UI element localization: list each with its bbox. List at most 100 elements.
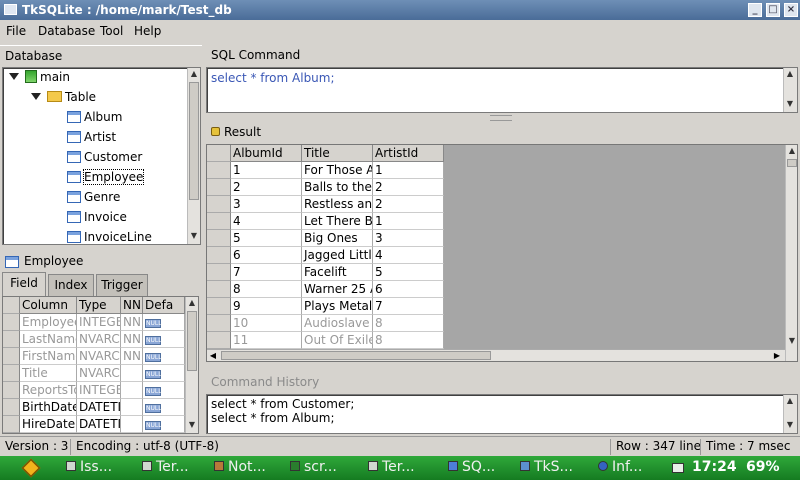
app-icon[interactable] (4, 4, 17, 15)
tab-index[interactable]: Index (48, 274, 94, 296)
result-cell[interactable]: 5 (373, 264, 444, 281)
close-button[interactable]: × (784, 3, 798, 17)
result-cell[interactable]: 8 (231, 281, 302, 298)
field-cell-type[interactable]: DATETIME (77, 416, 121, 433)
sql-command-editor[interactable]: select * from Album; ▲ ▼ (206, 67, 798, 113)
col-header-title[interactable]: Title (302, 145, 373, 162)
task-item[interactable]: Inf... (598, 459, 642, 475)
result-cell[interactable]: 4 (373, 247, 444, 264)
field-cell-column[interactable]: EmployeeId (20, 314, 77, 331)
row-header[interactable] (207, 332, 231, 349)
result-cell[interactable]: Plays Metallica By Four Cellos (302, 298, 373, 315)
scroll-down-icon[interactable]: ▼ (186, 419, 198, 431)
scroll-left-icon[interactable]: ◀ (207, 350, 219, 361)
field-cell-type[interactable]: NVARCHAR (77, 348, 121, 365)
tree-node-table-folder[interactable]: Table (31, 90, 96, 110)
result-cell[interactable]: 8 (373, 332, 444, 349)
tab-trigger[interactable]: Trigger (96, 274, 148, 296)
col-header-type[interactable]: Type (77, 297, 121, 314)
field-cell-default[interactable]: NULL (143, 331, 185, 348)
database-tree[interactable]: main Table Album Artist Customer Employe… (2, 67, 201, 245)
field-cell-nn[interactable] (121, 399, 143, 416)
result-cell[interactable]: 2 (373, 179, 444, 196)
result-cell[interactable]: Balls to the Wall (302, 179, 373, 196)
field-cell-type[interactable]: INTEGER (77, 382, 121, 399)
result-cell[interactable]: 1 (373, 213, 444, 230)
result-cell[interactable]: 7 (373, 298, 444, 315)
row-header[interactable] (207, 315, 231, 332)
clock[interactable]: 17:24 (692, 459, 737, 475)
result-cell[interactable]: 2 (231, 179, 302, 196)
row-header[interactable] (207, 230, 231, 247)
scroll-thumb[interactable] (221, 351, 491, 360)
field-cell-default[interactable]: NULL (143, 348, 185, 365)
scroll-up-icon[interactable]: ▲ (186, 297, 198, 309)
result-cell[interactable]: 4 (231, 213, 302, 230)
field-cell-nn[interactable] (121, 382, 143, 399)
col-header-default[interactable]: Defa (143, 297, 185, 314)
expand-arrow-icon[interactable] (31, 93, 41, 100)
col-header-nn[interactable]: NN (121, 297, 143, 314)
field-cell-default[interactable]: NULL (143, 365, 185, 382)
row-header[interactable] (207, 196, 231, 213)
scroll-down-icon[interactable]: ▼ (784, 419, 796, 431)
tree-node-main[interactable]: main (9, 70, 70, 90)
battery-level[interactable]: 69% (746, 459, 780, 475)
result-cell[interactable]: Restless and Wild (302, 196, 373, 213)
tree-item-artist[interactable]: Artist (67, 130, 116, 150)
tree-item-customer[interactable]: Customer (67, 150, 142, 170)
field-cell-column[interactable]: HireDate (20, 416, 77, 433)
result-cell[interactable]: 10 (231, 315, 302, 332)
scroll-down-icon[interactable]: ▼ (786, 335, 797, 347)
col-header-artistid[interactable]: ArtistId (373, 145, 444, 162)
menu-tool[interactable]: Tool (100, 24, 123, 38)
scroll-thumb[interactable] (189, 82, 199, 200)
tree-item-employee[interactable]: Employee (67, 169, 145, 190)
field-cell-type[interactable]: DATETIME (77, 399, 121, 416)
result-cell[interactable]: 11 (231, 332, 302, 349)
task-item[interactable]: Ter... (142, 459, 189, 475)
field-cell-column[interactable]: LastName (20, 331, 77, 348)
field-cell-default[interactable]: NULL (143, 314, 185, 331)
tree-item-invoice[interactable]: Invoice (67, 210, 127, 230)
scroll-thumb[interactable] (787, 159, 797, 167)
row-header[interactable] (3, 331, 20, 348)
result-cell[interactable]: 1 (373, 162, 444, 179)
scroll-right-icon[interactable]: ▶ (771, 350, 783, 361)
col-header-column[interactable]: Column (20, 297, 77, 314)
result-cell[interactable]: 3 (373, 230, 444, 247)
row-header[interactable] (207, 298, 231, 315)
scroll-thumb[interactable] (187, 311, 197, 371)
result-cell[interactable]: 2 (373, 196, 444, 213)
splitter-grip[interactable] (490, 115, 512, 121)
history-list[interactable]: select * from Customer; select * from Al… (206, 394, 798, 434)
row-header[interactable] (3, 382, 20, 399)
start-menu-icon[interactable] (21, 458, 41, 478)
field-cell-type[interactable]: NVARCHAR (77, 365, 121, 382)
history-item[interactable]: select * from Album; (211, 411, 335, 425)
row-header[interactable] (207, 264, 231, 281)
row-header[interactable] (3, 416, 20, 433)
row-header[interactable] (3, 314, 20, 331)
result-cell[interactable]: Jagged Little Pill (302, 247, 373, 264)
result-cell[interactable]: Audioslave (302, 315, 373, 332)
sql-command-text[interactable]: select * from Album; (211, 71, 335, 85)
task-item[interactable]: Ter... (368, 459, 415, 475)
result-cell[interactable]: Warner 25 Anos (302, 281, 373, 298)
field-cell-default[interactable]: NULL (143, 382, 185, 399)
row-header[interactable] (207, 247, 231, 264)
book-icon[interactable] (672, 463, 684, 473)
task-item[interactable]: TkS... (520, 459, 573, 475)
field-cell-column[interactable]: BirthDate (20, 399, 77, 416)
row-header[interactable] (207, 281, 231, 298)
result-grid[interactable]: AlbumId Title ArtistId 1For Those About … (206, 144, 798, 362)
task-item[interactable]: scr... (290, 459, 337, 475)
field-cell-nn[interactable] (121, 365, 143, 382)
menu-database[interactable]: Database (38, 24, 95, 38)
field-cell-nn[interactable] (121, 416, 143, 433)
maximize-button[interactable]: □ (766, 3, 780, 17)
scroll-down-icon[interactable]: ▼ (188, 230, 200, 242)
result-cell[interactable]: 1 (231, 162, 302, 179)
task-item[interactable]: SQ... (448, 459, 495, 475)
result-cell[interactable]: Out Of Exile (302, 332, 373, 349)
